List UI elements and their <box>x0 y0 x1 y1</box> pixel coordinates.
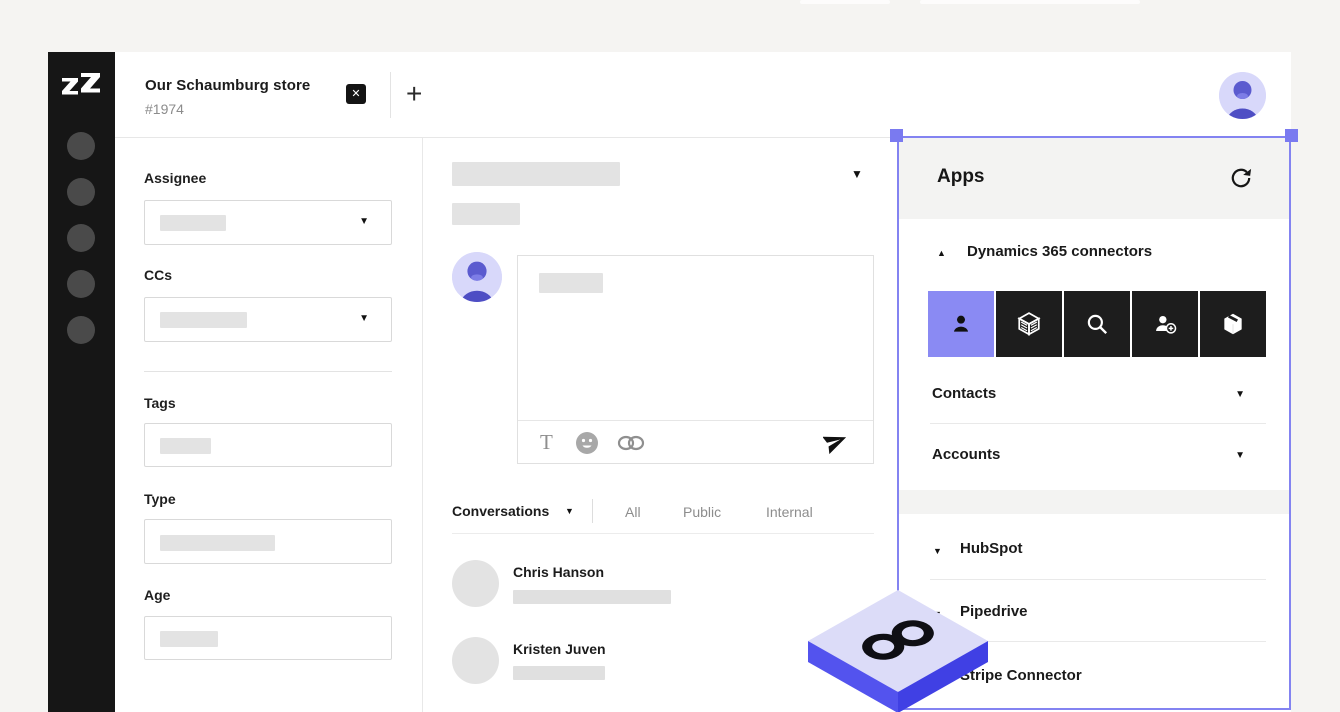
panel-row-divider <box>960 641 1266 642</box>
message-author[interactable]: Kristen Juven <box>513 641 606 657</box>
field-label-ccs: CCs <box>144 267 172 283</box>
ccs-select[interactable]: ▼ <box>144 297 392 342</box>
ccs-value-placeholder <box>160 312 247 328</box>
sidebar-nav-placeholder[interactable] <box>67 270 95 298</box>
chevron-down-icon[interactable]: ▼ <box>1235 450 1245 461</box>
sidebar-nav-placeholder[interactable] <box>67 132 95 160</box>
field-label-tags: Tags <box>144 395 176 411</box>
expand-down-icon[interactable]: ▼ <box>933 546 942 556</box>
avatar-photo-icon <box>452 252 502 302</box>
sidebar-nav-placeholder[interactable] <box>67 224 95 252</box>
agent-avatar <box>452 252 502 302</box>
assignee-select[interactable]: ▼ <box>144 200 392 245</box>
tags-input[interactable] <box>144 423 392 467</box>
zendesk-sidebar <box>48 52 115 712</box>
text-format-icon[interactable]: T <box>540 430 553 455</box>
assignee-value-placeholder <box>160 215 226 231</box>
hubspot-app-label[interactable]: HubSpot <box>960 540 1022 557</box>
sidebar-nav-placeholder[interactable] <box>67 316 95 344</box>
new-tab-button[interactable]: + <box>406 78 422 110</box>
tab-divider <box>390 72 391 118</box>
add-contact-tab-button[interactable] <box>1132 291 1198 357</box>
field-label-assignee: Assignee <box>144 170 206 186</box>
ticket-tab-title[interactable]: Our Schaumburg store <box>145 77 310 94</box>
panel-divider <box>422 138 423 712</box>
ticket-meta-placeholder <box>452 203 520 225</box>
send-icon[interactable] <box>823 429 848 454</box>
field-group-divider <box>144 371 392 372</box>
zendesk-logo-icon <box>61 72 101 108</box>
person-add-icon <box>1152 311 1178 337</box>
close-tab-button[interactable]: ✕ <box>346 84 366 104</box>
type-input[interactable] <box>144 519 392 564</box>
filter-internal[interactable]: Internal <box>766 504 813 520</box>
age-value-placeholder <box>160 631 218 647</box>
message-avatar-placeholder <box>452 637 499 684</box>
connector-group-label[interactable]: Dynamics 365 connectors <box>967 243 1152 260</box>
desktop-background: Our Schaumburg store #1974 ✕ + Assignee … <box>0 0 1340 712</box>
collapse-up-icon[interactable]: ▲ <box>937 248 946 258</box>
message-author[interactable]: Chris Hanson <box>513 564 604 580</box>
filter-public[interactable]: Public <box>683 504 721 520</box>
type-value-placeholder <box>160 535 275 551</box>
conversation-divider <box>452 533 874 534</box>
contact-person-icon <box>948 311 974 337</box>
link-icon[interactable] <box>617 433 645 453</box>
field-label-type: Type <box>144 491 176 507</box>
reply-composer[interactable]: T <box>517 255 874 464</box>
message-text-placeholder <box>513 666 605 680</box>
selection-handle[interactable] <box>890 129 903 142</box>
ticket-subject-placeholder <box>452 162 620 186</box>
selection-handle[interactable] <box>1285 129 1298 142</box>
avatar-photo-icon <box>1219 72 1266 119</box>
user-avatar[interactable] <box>1219 72 1266 119</box>
age-input[interactable] <box>144 616 392 660</box>
emoji-icon[interactable] <box>575 431 599 455</box>
search-icon <box>1084 311 1110 337</box>
top-edge-artifact <box>920 0 1140 4</box>
composer-toolbar: T <box>518 420 873 463</box>
package-tab-button[interactable] <box>1200 291 1266 357</box>
filter-divider <box>592 499 593 523</box>
link-cube-icon <box>808 590 988 712</box>
ticket-number: #1974 <box>145 101 184 117</box>
panel-row-divider <box>930 579 1266 580</box>
field-label-age: Age <box>144 587 170 603</box>
panel-row-divider <box>930 423 1266 424</box>
message-avatar-placeholder <box>452 560 499 607</box>
package-icon <box>1220 311 1246 337</box>
tags-value-placeholder <box>160 438 211 454</box>
conversations-dropdown[interactable]: Conversations <box>452 503 549 519</box>
top-edge-artifact <box>800 0 890 4</box>
composer-text-placeholder <box>539 273 603 293</box>
chevron-down-icon[interactable]: ▼ <box>359 216 369 227</box>
panel-separator-band <box>899 490 1289 514</box>
dataverse-tab-button[interactable] <box>996 291 1062 357</box>
apps-panel-title: Apps <box>937 166 985 188</box>
sidebar-nav-placeholder[interactable] <box>67 178 95 206</box>
chevron-down-icon[interactable]: ▼ <box>851 167 863 181</box>
refresh-icon[interactable] <box>1229 166 1253 190</box>
connector-cube-illustration <box>808 590 988 712</box>
apps-panel-header: Apps <box>899 138 1289 219</box>
connector-tab-bar <box>928 291 1266 357</box>
chevron-down-icon[interactable]: ▼ <box>1235 389 1245 400</box>
contacts-section-label[interactable]: Contacts <box>932 385 996 402</box>
filter-all[interactable]: All <box>625 504 641 520</box>
search-tab-button[interactable] <box>1064 291 1130 357</box>
chevron-down-icon[interactable]: ▼ <box>565 506 574 516</box>
accounts-section-label[interactable]: Accounts <box>932 446 1000 463</box>
data-cube-icon <box>1016 311 1042 337</box>
message-text-placeholder <box>513 590 671 604</box>
chevron-down-icon[interactable]: ▼ <box>359 313 369 324</box>
contact-tab-button[interactable] <box>928 291 994 357</box>
